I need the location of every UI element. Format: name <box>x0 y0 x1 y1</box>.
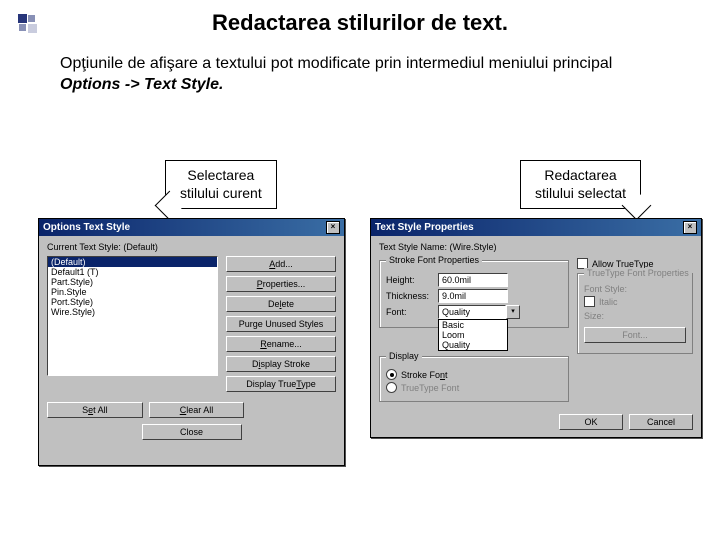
list-item[interactable]: Part.Style) <box>48 277 217 287</box>
radio-label: Stroke Font <box>401 370 448 380</box>
callout-edit-style: Redactarea stilului selectat <box>520 160 641 209</box>
dialog-title: Options Text Style <box>43 222 130 233</box>
intro-text: Opţiunile de afişare a textului pot modi… <box>60 54 660 96</box>
height-label: Height: <box>386 275 434 285</box>
list-item[interactable]: (Default) <box>48 257 217 267</box>
thickness-field[interactable]: 9.0mil <box>438 289 508 303</box>
group-legend: TrueType Font Properties <box>584 268 692 278</box>
dropdown-option[interactable]: Loom <box>439 330 507 340</box>
dropdown-option[interactable]: Basic <box>439 320 507 330</box>
group-legend: Stroke Font Properties <box>386 255 482 265</box>
set-all-button[interactable]: Set All <box>47 402 143 418</box>
display-truetype-button[interactable]: Display TrueType <box>226 376 336 392</box>
callout-line: stilului selectat <box>535 185 626 203</box>
current-style-value: (Default) <box>123 242 158 252</box>
page-title: Redactarea stilurilor de text. <box>0 10 720 36</box>
stroke-font-group: Stroke Font Properties Height: 60.0mil T… <box>379 260 569 328</box>
italic-checkbox: Italic <box>584 296 686 307</box>
checkbox-label: Italic <box>599 297 618 307</box>
radio-icon <box>386 382 397 393</box>
radio-truetype-font: TrueType Font <box>386 382 562 393</box>
font-dropdown-list[interactable]: Basic Loom Quality <box>438 319 508 351</box>
radio-icon <box>386 369 397 380</box>
ok-button[interactable]: OK <box>559 414 623 430</box>
dialog-text-style-properties: Text Style Properties × Text Style Name:… <box>370 218 702 438</box>
truetype-font-group: TrueType Font Properties Font Style: Ita… <box>577 273 693 354</box>
style-listbox[interactable]: (Default) Default1 (T) Part.Style) Pin.S… <box>47 256 218 376</box>
size-label: Size: <box>584 311 686 321</box>
group-legend: Display <box>386 351 422 361</box>
close-button[interactable]: Close <box>142 424 242 440</box>
callout-line: Redactarea <box>535 167 626 185</box>
delete-button[interactable]: Delete <box>226 296 336 312</box>
thickness-label: Thickness: <box>386 291 434 301</box>
fontstyle-label: Font Style: <box>584 284 686 294</box>
checkbox-label: Allow TrueType <box>592 259 654 269</box>
style-name-value: (Wire.Style) <box>450 242 497 252</box>
current-style-label: Current Text Style: <box>47 242 121 252</box>
purge-button[interactable]: Purge Unused Styles <box>226 316 336 332</box>
list-item[interactable]: Default1 (T) <box>48 267 217 277</box>
callout-line: stilului curent <box>180 185 262 203</box>
display-stroke-button[interactable]: Display Stroke <box>226 356 336 372</box>
close-icon[interactable]: × <box>326 221 340 234</box>
dialog-title: Text Style Properties <box>375 222 474 233</box>
clear-all-button[interactable]: Clear All <box>149 402 245 418</box>
list-item[interactable]: Port.Style) <box>48 297 217 307</box>
font-combo[interactable]: Quality ▾ <box>438 305 520 319</box>
properties-button[interactable]: Properties... <box>226 276 336 292</box>
add-button[interactable]: Add... <box>226 256 336 272</box>
intro-prefix: Opţiunile de afişare a textului pot modi… <box>60 55 612 72</box>
callout-line: Selectarea <box>180 167 262 185</box>
titlebar[interactable]: Text Style Properties × <box>371 219 701 236</box>
display-group: Display Stroke Font TrueType Font <box>379 356 569 402</box>
radio-stroke-font[interactable]: Stroke Font <box>386 369 562 380</box>
list-item[interactable]: Wire.Style) <box>48 307 217 317</box>
cancel-button[interactable]: Cancel <box>629 414 693 430</box>
style-name-label: Text Style Name: <box>379 242 447 252</box>
height-field[interactable]: 60.0mil <box>438 273 508 287</box>
intro-emphasis: Options -> Text Style. <box>60 76 223 93</box>
dialog-options-text-style: Options Text Style × Current Text Style:… <box>38 218 345 466</box>
font-label: Font: <box>386 307 434 317</box>
font-combo-value: Quality <box>438 305 506 319</box>
close-icon[interactable]: × <box>683 221 697 234</box>
radio-label: TrueType Font <box>401 383 459 393</box>
checkbox-icon <box>584 296 595 307</box>
titlebar[interactable]: Options Text Style × <box>39 219 344 236</box>
dropdown-option[interactable]: Quality <box>439 340 507 350</box>
callout-select-style: Selectarea stilului curent <box>165 160 277 209</box>
font-button: Font... <box>584 327 686 343</box>
rename-button[interactable]: Rename... <box>226 336 336 352</box>
chevron-down-icon[interactable]: ▾ <box>506 305 520 319</box>
list-item[interactable]: Pin.Style <box>48 287 217 297</box>
